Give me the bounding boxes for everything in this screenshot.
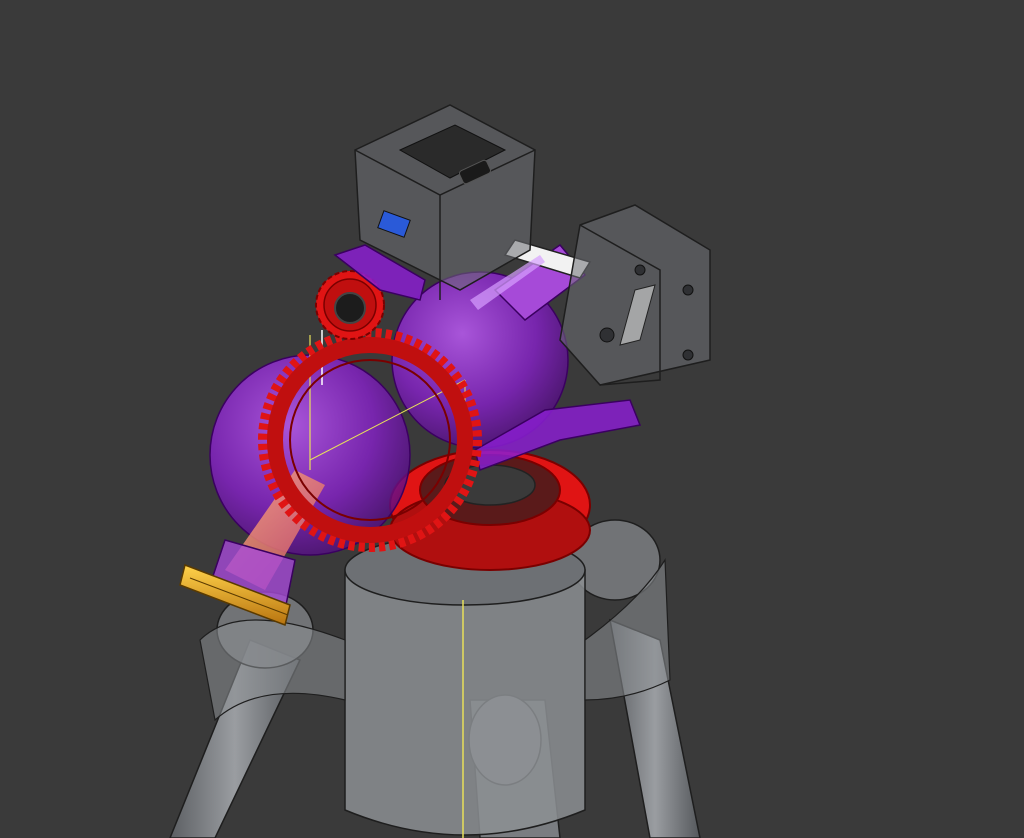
cad-model-scene[interactable] bbox=[0, 0, 1024, 838]
cad-viewport[interactable] bbox=[0, 0, 1024, 838]
side-enclosure[interactable] bbox=[559, 204, 711, 386]
pinion-hub bbox=[334, 292, 366, 324]
rotation-ring-gear[interactable] bbox=[389, 449, 591, 571]
